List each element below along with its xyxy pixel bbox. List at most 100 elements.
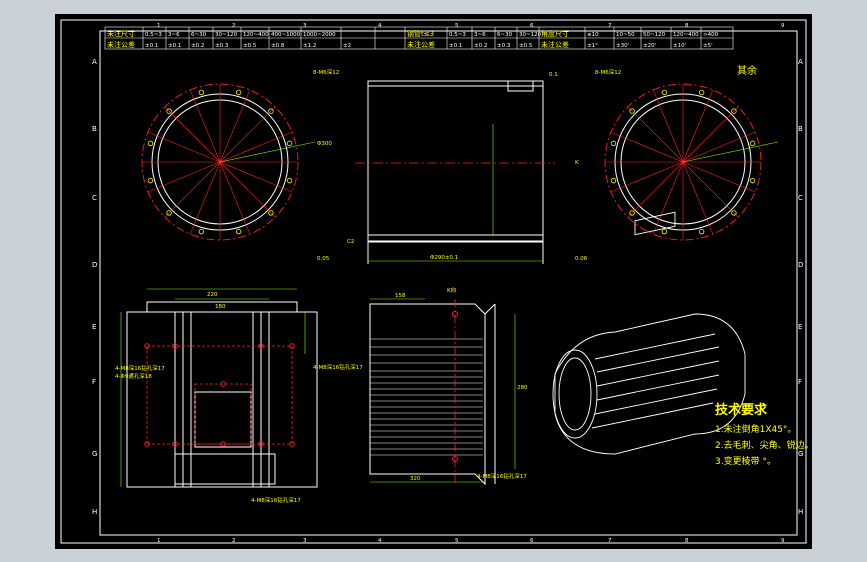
left-hole-note: 8-M6深12 xyxy=(313,68,339,76)
section-view-label: K向 xyxy=(447,286,456,294)
border-top-number: 9 xyxy=(781,23,785,29)
table-cell: >400 xyxy=(703,32,719,38)
section-dim-top: 158 xyxy=(395,293,406,299)
table-cell: 30~120 xyxy=(519,32,542,38)
table-cell: 120~400 xyxy=(673,32,699,38)
leader-line xyxy=(219,141,316,163)
plan-hole-left: 4-M8深16钻孔深17 xyxy=(115,364,165,372)
section-rib-lines xyxy=(370,338,483,456)
border-top-number: 7 xyxy=(608,23,612,29)
bolt-hole xyxy=(749,177,756,184)
border-left-letter: H xyxy=(92,508,97,516)
border-left-letters: A B C D E F G H xyxy=(92,58,97,516)
table-cell: 120~400 xyxy=(243,32,269,38)
perp-note: 0.06 xyxy=(575,256,588,262)
border-top-number: 3 xyxy=(303,23,307,29)
table-cell: 30~120 xyxy=(215,32,238,38)
border-bottom-number: 5 xyxy=(455,538,459,544)
table-cell: 1000~2000 xyxy=(303,32,336,38)
end-view-right xyxy=(604,83,779,241)
section-dims xyxy=(370,298,516,483)
radial-line xyxy=(627,106,684,163)
plan-hole-pattern xyxy=(146,345,293,445)
plan-hole-bottom: 4-M8深16钻孔深17 xyxy=(251,496,301,504)
roundness-note: 0.05 xyxy=(317,256,330,262)
mid-label-1: 钢管t≤3 xyxy=(407,29,434,38)
radial-line xyxy=(164,106,221,163)
section-dim-bottom: 320 xyxy=(410,476,421,482)
other-note: 其余 xyxy=(737,64,757,77)
border-bottom-number: 7 xyxy=(608,538,612,544)
border-top-number: 4 xyxy=(378,23,382,29)
table-cell: ≤10 xyxy=(587,32,599,38)
bolt-hole xyxy=(235,89,242,96)
border-left-letter: F xyxy=(92,378,96,386)
border-right-letter: D xyxy=(798,261,803,269)
front-section-view xyxy=(367,80,544,264)
front-dim-c2: C2 xyxy=(347,239,354,245)
table-cell: 6~30 xyxy=(497,32,513,38)
border-bottom-number: 9 xyxy=(781,538,785,544)
border-bottom-number: 4 xyxy=(378,538,382,544)
bolt-hole xyxy=(661,228,668,235)
table-cell: 3~6 xyxy=(168,32,180,38)
bolt-hole xyxy=(198,89,205,96)
leader-line xyxy=(682,141,779,163)
table-cell: ±0.2 xyxy=(191,43,204,49)
border-left-letter: A xyxy=(92,58,97,66)
border-top-number: 8 xyxy=(685,23,689,29)
row2-label: 未注公差 xyxy=(107,40,135,49)
border-right-letter: H xyxy=(798,508,803,516)
table-cell: ±1° xyxy=(587,43,598,49)
outer-frame xyxy=(60,19,807,544)
plan-dims xyxy=(120,288,306,487)
tech-title: 技术要求 xyxy=(715,402,768,418)
border-top-numbers: 1 2 3 4 5 6 7 8 9 xyxy=(157,23,785,29)
table-cell: 0.5~3 xyxy=(449,32,466,38)
table-cell: ±5' xyxy=(703,43,713,49)
dim-center: Φ300 xyxy=(317,141,332,147)
tech-item-2: 2.去毛刺、尖角、锐边。 xyxy=(715,439,812,451)
table-cell: ±0.1 xyxy=(145,43,158,49)
section-hole-note: 4-M8深16钻孔深17 xyxy=(477,472,527,480)
radial-line xyxy=(219,161,276,218)
tech-item-1: 1.未注倒角1X45°。 xyxy=(715,423,796,435)
table-cell: ±0.8 xyxy=(271,43,285,49)
inner-frame xyxy=(99,30,798,536)
right-hole-note: 8-M6深12 xyxy=(595,68,621,76)
table-cell: ±0.1 xyxy=(449,43,462,49)
plan-dim-top: 220 xyxy=(207,292,218,298)
bolt-hole xyxy=(147,140,154,147)
row1-label: 未注尺寸 xyxy=(107,29,135,38)
table-cell: ±10' xyxy=(673,43,686,49)
table-cell: 50~120 xyxy=(643,32,666,38)
bolt-hole xyxy=(286,140,293,147)
border-right-letter: G xyxy=(798,450,803,458)
radial-line xyxy=(219,106,276,163)
border-left-letter: B xyxy=(92,125,97,133)
drawing-canvas: 未注尺寸 未注公差 0.5~3 3~6 6~30 30~120 120~400 400~1… xyxy=(55,14,812,549)
datum-k: K xyxy=(575,160,579,166)
plan-holes xyxy=(144,343,295,447)
bolt-hole xyxy=(286,177,293,184)
border-top-number: 2 xyxy=(232,23,236,29)
angle-label-2: 未注公差 xyxy=(541,40,569,49)
border-right-letter: E xyxy=(798,323,802,331)
border-left-letter: D xyxy=(92,261,97,269)
radial-line xyxy=(682,161,739,218)
table-cell: 3~6 xyxy=(474,32,486,38)
border-left-letter: E xyxy=(92,323,96,331)
table-cell: ±2 xyxy=(343,43,351,49)
border-right-letter: F xyxy=(798,378,802,386)
plan-view xyxy=(126,301,318,488)
radial-line xyxy=(627,161,684,218)
bolt-hole xyxy=(198,228,205,235)
table-cell: ±0.2 xyxy=(474,43,487,49)
side-section-view xyxy=(369,303,496,486)
table-cell: 10~50 xyxy=(616,32,635,38)
border-right-letter: B xyxy=(798,125,803,133)
table-cell: 0.5~3 xyxy=(145,32,162,38)
border-bottom-number: 1 xyxy=(157,538,161,544)
table-cell: ±0.5 xyxy=(243,43,257,49)
bolt-hole xyxy=(749,140,756,147)
